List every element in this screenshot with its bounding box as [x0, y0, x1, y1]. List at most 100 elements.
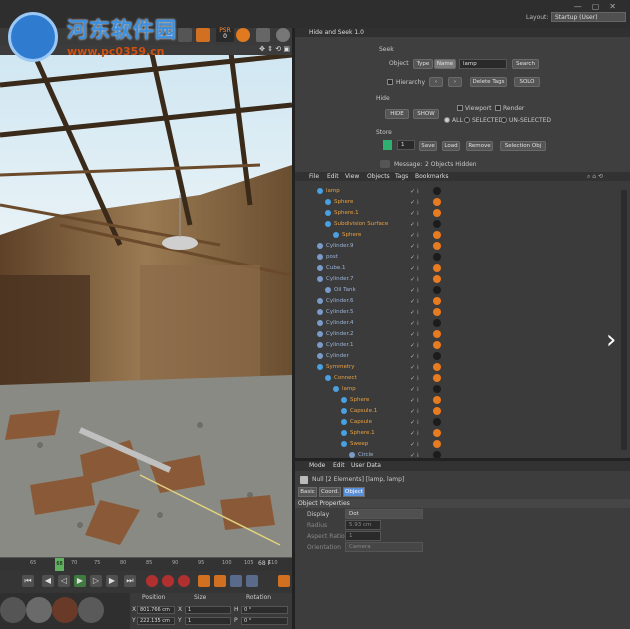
menu-mode[interactable]: Mode	[309, 462, 325, 469]
render-checkbox[interactable]	[495, 105, 501, 111]
hide-button[interactable]: HIDE	[385, 109, 409, 119]
tab-object[interactable]: Object	[343, 487, 365, 497]
table-row[interactable]: Connect ✓ ⁞	[295, 373, 620, 384]
type-button[interactable]: Type	[413, 59, 433, 69]
tag-icon[interactable]	[433, 363, 441, 371]
table-row[interactable]: Cylinder.7 ✓ ⁞	[295, 274, 620, 285]
menu-user-data[interactable]: User Data	[351, 462, 381, 469]
table-row[interactable]: Cylinder.1 ✓ ⁞	[295, 340, 620, 351]
object-name[interactable]: Cylinder.7	[326, 276, 354, 282]
object-name[interactable]: Cylinder	[326, 353, 349, 359]
table-row[interactable]: Cylinder.6 ✓ ⁞	[295, 296, 620, 307]
display-select[interactable]: Dot	[345, 509, 423, 519]
material-swatch[interactable]	[52, 597, 78, 623]
tag-icon[interactable]	[433, 352, 441, 360]
material-swatch[interactable]	[78, 597, 104, 623]
table-row[interactable]: Cube.1 ✓ ⁞	[295, 263, 620, 274]
move-key-icon[interactable]	[198, 575, 210, 587]
visibility-toggles[interactable]: ✓ ⁞	[410, 441, 428, 448]
object-name[interactable]: Sphere	[334, 199, 353, 205]
object-name[interactable]: Cylinder.5	[326, 309, 354, 315]
window-controls[interactable]: —▢✕	[574, 2, 626, 11]
prev-key-icon[interactable]: ◀	[42, 575, 54, 587]
visibility-toggles[interactable]: ✓ ⁞	[410, 375, 428, 382]
solo-button[interactable]: SOLO	[514, 77, 540, 87]
object-name[interactable]: Oil Tank	[334, 287, 356, 293]
rotation-h-field[interactable]: 0 °	[241, 606, 288, 614]
object-name[interactable]: lamp	[342, 386, 356, 392]
visibility-toggles[interactable]: ✓ ⁞	[410, 221, 428, 228]
name-field[interactable]: lamp	[459, 59, 507, 69]
visibility-toggles[interactable]: ✓ ⁞	[410, 342, 428, 349]
object-name[interactable]: lamp	[326, 188, 340, 194]
tag-icon[interactable]	[433, 209, 441, 217]
visibility-toggles[interactable]: ✓ ⁞	[410, 331, 428, 338]
name-button[interactable]: Name	[434, 59, 456, 69]
play-icon[interactable]: ▶	[74, 575, 86, 587]
visibility-toggles[interactable]: ✓ ⁞	[410, 254, 428, 261]
rotation-p-field[interactable]: 0 °	[241, 617, 288, 625]
object-name[interactable]: Subdivision Surface	[334, 221, 388, 227]
table-row[interactable]: lamp ✓ ⁞	[295, 384, 620, 395]
tag-icon[interactable]	[433, 385, 441, 393]
table-row[interactable]: Sphere ✓ ⁞	[295, 395, 620, 406]
object-name[interactable]: Sweep	[350, 441, 368, 447]
visibility-toggles[interactable]: ✓ ⁞	[410, 364, 428, 371]
visibility-toggles[interactable]: ✓ ⁞	[410, 298, 428, 305]
visibility-toggles[interactable]: ✓ ⁞	[410, 320, 428, 327]
object-name[interactable]: Cylinder.6	[326, 298, 354, 304]
store-color-swatch[interactable]	[383, 140, 392, 150]
visibility-toggles[interactable]: ✓ ⁞	[410, 309, 428, 316]
autokey-icon[interactable]	[162, 575, 174, 587]
visibility-toggles[interactable]: ✓ ⁞	[410, 210, 428, 217]
menu-bookmarks[interactable]: Bookmarks	[415, 173, 449, 180]
param-key-icon[interactable]	[246, 575, 258, 587]
table-row[interactable]: Sphere ✓ ⁞	[295, 197, 620, 208]
visibility-toggles[interactable]: ✓ ⁞	[410, 430, 428, 437]
tag-icon[interactable]	[433, 429, 441, 437]
render-view-icon[interactable]	[178, 28, 192, 42]
next-frame-icon[interactable]: ▷	[90, 575, 102, 587]
object-name[interactable]: Connect	[334, 375, 357, 381]
prev-frame-icon[interactable]: ◁	[58, 575, 70, 587]
table-row[interactable]: Cylinder.4 ✓ ⁞	[295, 318, 620, 329]
object-name[interactable]: Cylinder.1	[326, 342, 354, 348]
visibility-toggles[interactable]: ✓ ⁞	[410, 265, 428, 272]
menu-view[interactable]: View	[345, 173, 359, 180]
keyframe-icon[interactable]	[178, 575, 190, 587]
timeline[interactable]: 65 70 75 80 85 90 95 100 105 110 68 68 F	[0, 557, 292, 571]
table-row[interactable]: Subdivision Surface ✓ ⁞	[295, 219, 620, 230]
tag-icon[interactable]	[433, 308, 441, 316]
prev-button[interactable]: ‹	[429, 77, 443, 87]
tab-coord[interactable]: Coord.	[319, 487, 341, 497]
object-name[interactable]: Cylinder.4	[326, 320, 354, 326]
tag-icon[interactable]	[433, 187, 441, 195]
tag-icon[interactable]	[433, 418, 441, 426]
object-name[interactable]: Sphere	[350, 397, 369, 403]
visibility-toggles[interactable]: ✓ ⁞	[410, 243, 428, 250]
tag-icon[interactable]	[433, 297, 441, 305]
selected-radio[interactable]	[464, 117, 470, 123]
next-button[interactable]: ›	[448, 77, 462, 87]
rotate-key-icon[interactable]	[230, 575, 242, 587]
search-button[interactable]: Search	[512, 59, 539, 69]
scale-key-icon[interactable]	[214, 575, 226, 587]
table-row[interactable]: Oil Tank ✓ ⁞	[295, 285, 620, 296]
object-manager-scrollbar[interactable]	[621, 190, 627, 450]
all-radio[interactable]	[444, 117, 450, 123]
load-button[interactable]: Load	[442, 141, 460, 151]
menu-file[interactable]: File	[309, 173, 319, 180]
visibility-toggles[interactable]: ✓ ⁞	[410, 232, 428, 239]
visibility-toggles[interactable]: ✓ ⁞	[410, 199, 428, 206]
visibility-toggles[interactable]: ✓ ⁞	[410, 397, 428, 404]
visibility-toggles[interactable]: ✓ ⁞	[410, 188, 428, 195]
goto-end-icon[interactable]: ⏭	[124, 575, 136, 587]
table-row[interactable]: Cylinder.5 ✓ ⁞	[295, 307, 620, 318]
current-frame-marker[interactable]: 68	[55, 558, 64, 571]
table-row[interactable]: Sphere.1 ✓ ⁞	[295, 428, 620, 439]
tag-icon[interactable]	[433, 286, 441, 294]
tag-icon[interactable]	[433, 374, 441, 382]
menu-tags[interactable]: Tags	[395, 173, 408, 180]
tag-icon[interactable]	[433, 319, 441, 327]
tag-icon[interactable]	[433, 407, 441, 415]
